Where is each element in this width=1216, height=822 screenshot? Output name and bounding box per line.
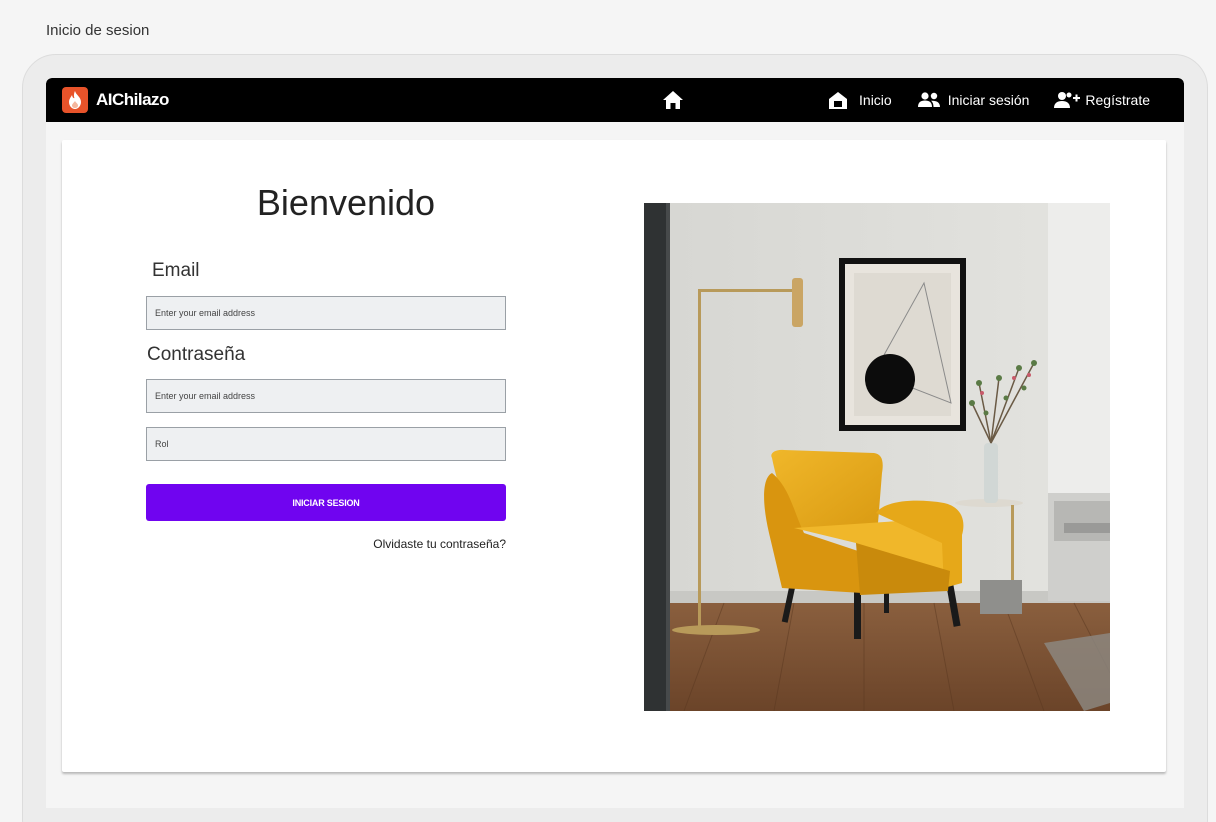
- people-icon: [916, 90, 940, 110]
- nav-registrate-label: Regístrate: [1085, 92, 1150, 108]
- login-card: Bienvenido Email Contraseña INICIAR SESI…: [62, 140, 1166, 772]
- password-label: Contraseña: [147, 344, 246, 365]
- nav-iniciar-sesion-label: Iniciar sesión: [947, 92, 1030, 108]
- page-title: Bienvenido: [256, 182, 436, 223]
- interior-photo: [644, 203, 1110, 711]
- nav-links: Inicio Iniciar sesión Regístrate: [827, 78, 1150, 122]
- forgot-password-link[interactable]: Olvidaste tu contraseña?: [146, 537, 506, 551]
- email-input[interactable]: [146, 296, 506, 330]
- page-label: Inicio de sesion: [46, 22, 150, 39]
- nav-registrate[interactable]: Regístrate: [1053, 90, 1150, 110]
- login-button[interactable]: INICIAR SESION: [146, 484, 506, 521]
- email-label: Email: [152, 260, 200, 281]
- navbar: AIChilazo Inicio Iniciar sesión Regístra…: [46, 78, 1184, 122]
- nav-inicio-label: Inicio: [859, 92, 892, 108]
- password-input[interactable]: [146, 379, 506, 413]
- house-outline-icon: [827, 90, 851, 110]
- nav-inicio[interactable]: Inicio: [827, 90, 892, 110]
- person-add-icon: [1053, 90, 1081, 110]
- role-input[interactable]: [146, 427, 506, 461]
- flame-logo-icon: [62, 87, 88, 113]
- app-screen: AIChilazo Inicio Iniciar sesión Regístra…: [46, 78, 1184, 808]
- brand-name: AIChilazo: [96, 90, 169, 109]
- brand[interactable]: AIChilazo: [62, 87, 169, 113]
- house-icon[interactable]: [662, 90, 684, 110]
- nav-iniciar-sesion[interactable]: Iniciar sesión: [916, 90, 1030, 110]
